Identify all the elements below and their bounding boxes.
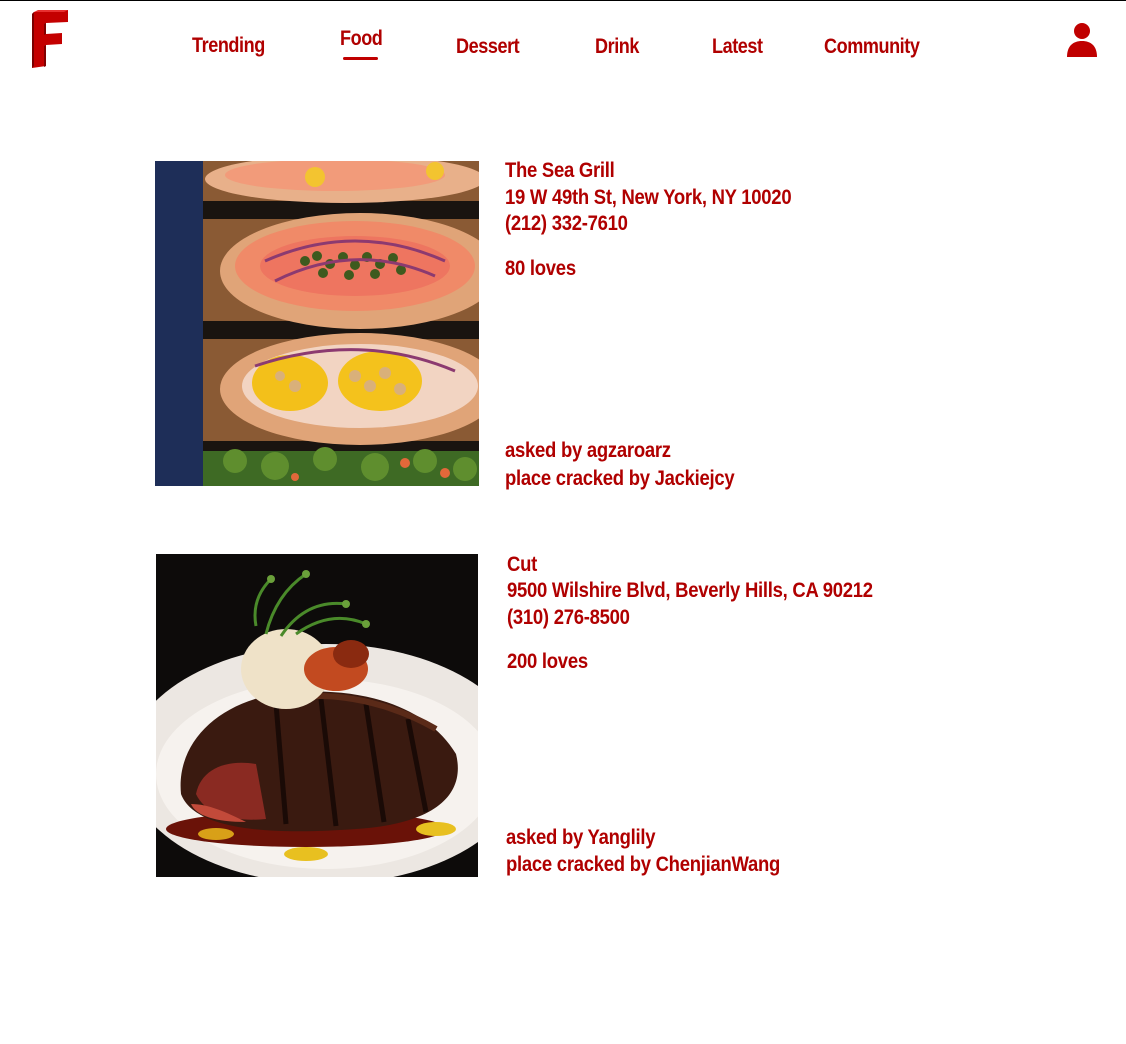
post-address: 9500 Wilshire Blvd, Beverly Hills, CA 90… xyxy=(507,579,873,602)
food-photo-steak[interactable] xyxy=(156,554,478,877)
post-title[interactable]: The Sea Grill xyxy=(505,158,615,184)
f-logo-icon[interactable] xyxy=(30,10,70,68)
nav-trending[interactable]: Trending xyxy=(192,34,265,58)
post-phone: (212) 332-7610 xyxy=(505,212,628,235)
post-asked-by: asked by agzaroarz xyxy=(505,439,671,462)
post-loves[interactable]: 80 loves xyxy=(505,256,576,282)
post-cracked-by: place cracked by Jackiejcy xyxy=(505,467,735,490)
post-title[interactable]: Cut xyxy=(507,552,537,578)
post-asked-by: asked by Yanglily xyxy=(506,826,656,849)
nav-drink[interactable]: Drink xyxy=(595,35,639,59)
nav-active-indicator xyxy=(343,57,378,60)
nav-community[interactable]: Community xyxy=(824,35,920,59)
post-address: 19 W 49th St, New York, NY 10020 xyxy=(505,186,792,209)
user-icon[interactable] xyxy=(1066,22,1098,58)
nav-latest[interactable]: Latest xyxy=(712,35,763,59)
post-loves[interactable]: 200 loves xyxy=(507,649,588,675)
nav-dessert[interactable]: Dessert xyxy=(456,35,520,59)
top-border xyxy=(0,0,1126,1)
food-photo-salmon-toast[interactable] xyxy=(155,161,479,486)
post-cracked-by: place cracked by ChenjianWang xyxy=(506,853,781,876)
post-phone: (310) 276-8500 xyxy=(507,606,630,629)
nav-food[interactable]: Food xyxy=(340,27,383,51)
